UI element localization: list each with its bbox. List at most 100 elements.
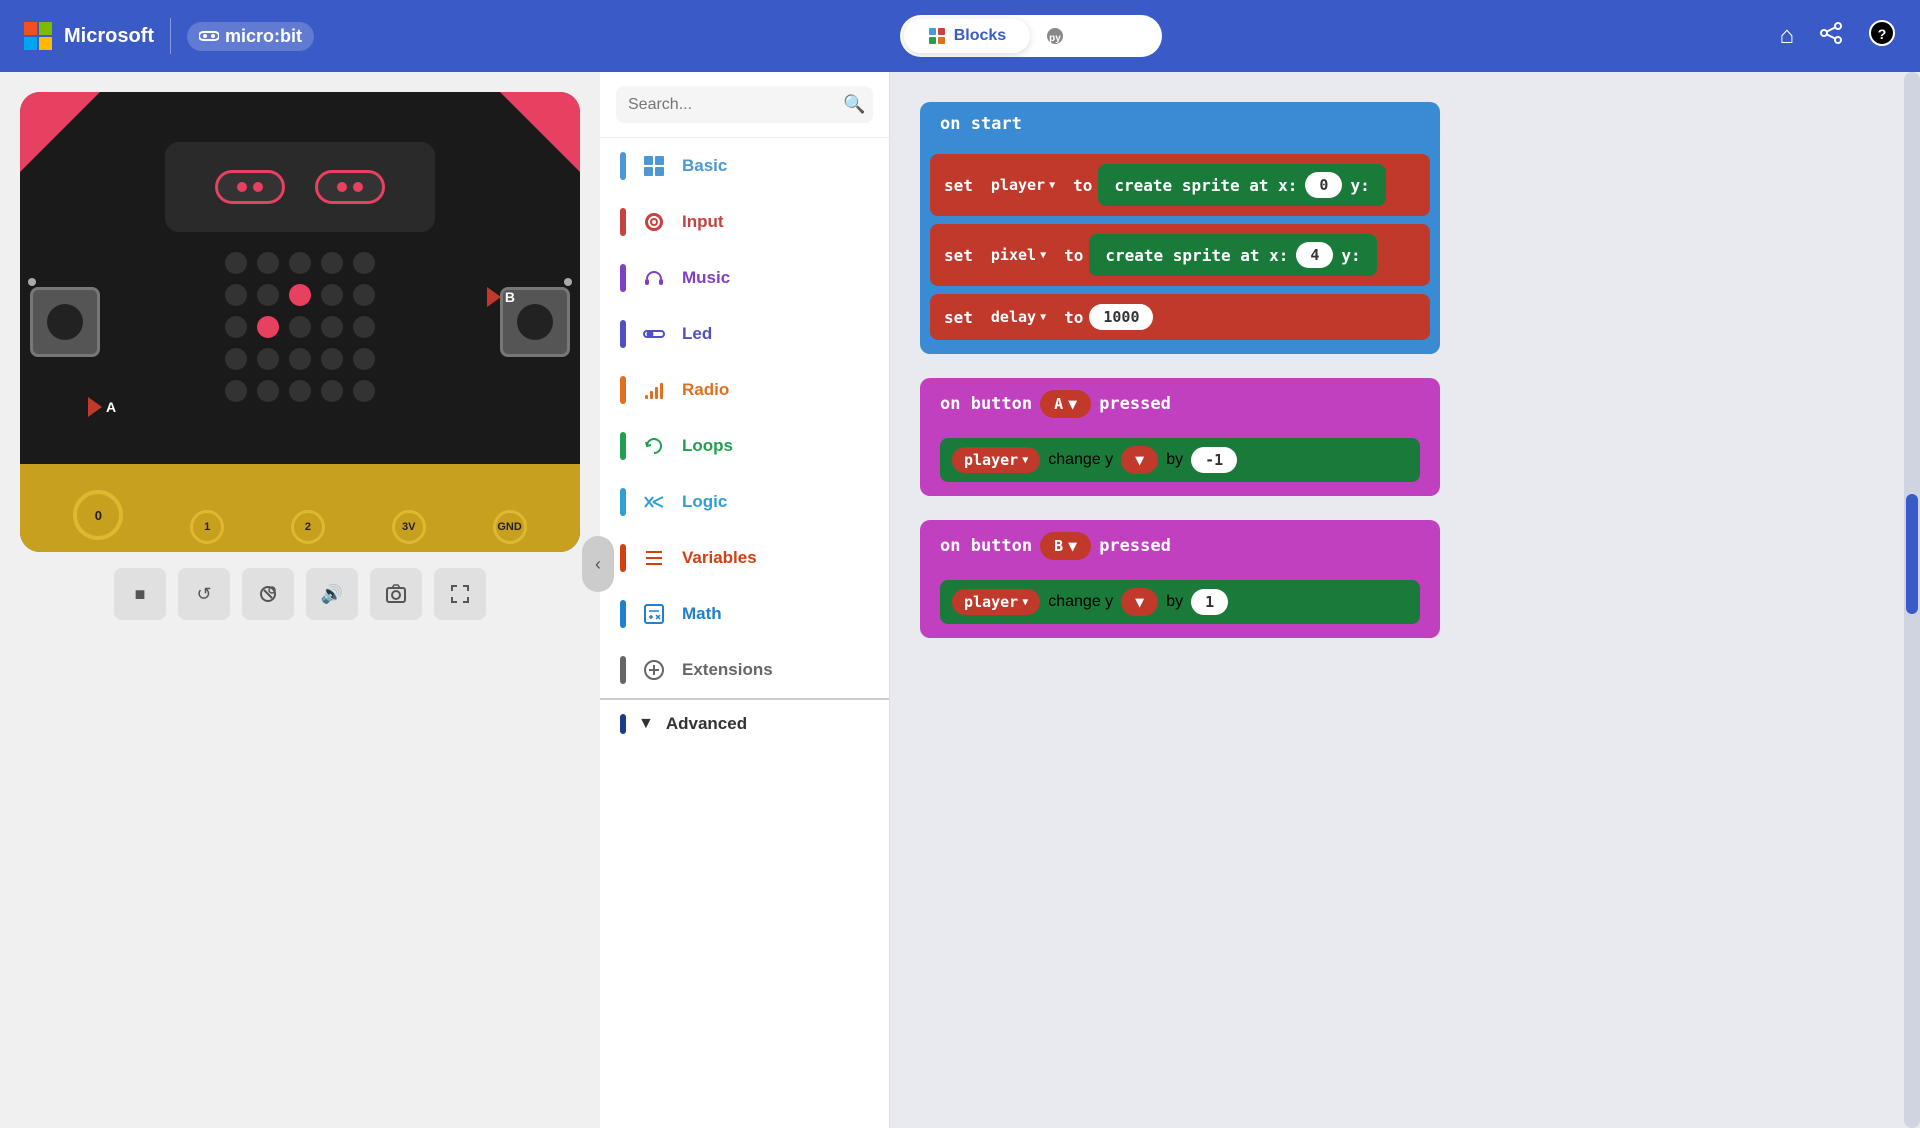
button-a-dot [28, 278, 36, 286]
help-icon: ? [1868, 19, 1896, 47]
button-a-arrow: ▼ [1068, 395, 1077, 413]
search-box: 🔍 [600, 72, 889, 138]
sidebar-item-math[interactable]: Math [600, 586, 889, 642]
math-calc-icon [643, 603, 665, 625]
led-4-4 [353, 380, 375, 402]
sidebar-item-input[interactable]: Input [600, 194, 889, 250]
sidebar-item-logic[interactable]: Logic [600, 474, 889, 530]
led-display [165, 142, 435, 232]
stop-button[interactable]: ■ [114, 568, 166, 620]
help-button[interactable]: ? [1868, 19, 1896, 54]
sidebar-item-loops[interactable]: Loops [600, 418, 889, 474]
pixel-var-pill[interactable]: pixel ▼ [979, 242, 1058, 268]
share-button[interactable] [1818, 20, 1844, 53]
button-a-sim[interactable] [30, 287, 100, 357]
sidebar-item-extensions[interactable]: Extensions [600, 642, 889, 698]
extensions-color-bar [620, 656, 626, 684]
create-sprite-label-1: create sprite at x: [1114, 176, 1297, 195]
player-x-val[interactable]: 0 [1305, 172, 1342, 198]
button-a-select[interactable]: A ▼ [1040, 390, 1091, 418]
basic-grid-icon [643, 155, 665, 177]
pixel-x-val[interactable]: 4 [1296, 242, 1333, 268]
player-dropdown-arrow: ▼ [1049, 180, 1055, 191]
delay-val[interactable]: 1000 [1089, 304, 1153, 330]
to-kw-2: to [1064, 246, 1083, 265]
music-icon [640, 264, 668, 292]
player-a-arrow: ▼ [1022, 455, 1028, 466]
debug-icon [257, 583, 279, 605]
pin-2[interactable]: 2 [291, 510, 325, 544]
sidebar-item-advanced[interactable]: ▼ Advanced [600, 698, 889, 748]
debug-button[interactable] [242, 568, 294, 620]
led-3-2 [289, 348, 311, 370]
by-label-b: by [1166, 593, 1183, 611]
music-label: Music [682, 268, 730, 288]
y-label-1: y: [1350, 176, 1369, 195]
led-label: Led [682, 324, 712, 344]
button-b-select[interactable]: B ▼ [1040, 532, 1091, 560]
eye-dot3 [337, 182, 347, 192]
python-icon: py [1046, 27, 1064, 45]
screenshot-button[interactable] [370, 568, 422, 620]
microbit-pill: micro:bit [187, 22, 314, 51]
to-kw-1: to [1073, 176, 1092, 195]
eye-dot4 [353, 182, 363, 192]
led-0-0 [225, 252, 247, 274]
player-var-pill-b[interactable]: player ▼ [952, 589, 1040, 615]
change-y-direction-a[interactable]: ▼ [1121, 446, 1158, 474]
on-button-a-pressed: pressed [1099, 394, 1171, 414]
restart-button[interactable]: ↺ [178, 568, 230, 620]
python-dropdown-arrow[interactable]: ▼ [1126, 27, 1142, 45]
change-val-b[interactable]: 1 [1191, 589, 1228, 615]
led-icon [640, 320, 668, 348]
python-switcher[interactable]: py Python ▼ [1030, 19, 1158, 53]
search-input[interactable] [628, 96, 835, 114]
led-2-1 [257, 316, 279, 338]
delay-var-pill[interactable]: delay ▼ [979, 304, 1058, 330]
on-start-label: on start [940, 114, 1022, 134]
led-0-4 [353, 252, 375, 274]
sidebar-item-led[interactable]: Led [600, 306, 889, 362]
flag-b-triangle [487, 287, 501, 307]
change-y-direction-b[interactable]: ▼ [1121, 588, 1158, 616]
svg-text:py: py [1049, 33, 1061, 44]
change-y-label-b: change y [1048, 593, 1113, 611]
topnav: Microsoft micro:bit Blocks [0, 0, 1920, 72]
sidebar-item-music[interactable]: Music [600, 250, 889, 306]
sound-button[interactable]: 🔊 [306, 568, 358, 620]
on-button-b-header: on button B ▼ pressed [920, 520, 1440, 572]
screenshot-icon [385, 583, 407, 605]
player-var-pill-a[interactable]: player ▼ [952, 447, 1040, 473]
flag-a-label: A [106, 399, 116, 415]
fullscreen-button[interactable] [434, 568, 486, 620]
pin-1[interactable]: 1 [190, 510, 224, 544]
player-var-pill[interactable]: player ▼ [979, 172, 1067, 198]
led-1-3 [321, 284, 343, 306]
led-2-2 [289, 316, 311, 338]
blocks-button[interactable]: Blocks [904, 19, 1030, 53]
pin-0[interactable]: 0 [73, 490, 123, 540]
on-start-body: set player ▼ to create sprite at x: 0 y: [920, 146, 1440, 354]
nav-divider [170, 18, 171, 54]
sidebar-item-radio[interactable]: Radio [600, 362, 889, 418]
home-button[interactable]: ⌂ [1780, 22, 1795, 50]
logic-color-bar [620, 488, 626, 516]
right-scrollbar[interactable] [1904, 72, 1920, 1128]
sidebar-item-basic[interactable]: Basic [600, 138, 889, 194]
pin-3v[interactable]: 3V [392, 510, 426, 544]
scrollbar-thumb[interactable] [1906, 494, 1918, 614]
blocks-area: on start set player ▼ to create sprite a… [920, 102, 1440, 638]
blocks-label: Blocks [954, 27, 1006, 45]
loops-color-bar [620, 432, 626, 460]
ms-grid-icon [24, 22, 52, 50]
set-kw-1: set [944, 176, 973, 195]
basic-label: Basic [682, 156, 727, 176]
pin-gnd[interactable]: GND [493, 510, 527, 544]
collapse-panel-button[interactable]: ‹ [582, 536, 614, 592]
sidebar-item-variables[interactable]: Variables [600, 530, 889, 586]
extensions-icon [640, 656, 668, 684]
change-val-a[interactable]: -1 [1191, 447, 1237, 473]
led-2-3 [321, 316, 343, 338]
led-4-1 [257, 380, 279, 402]
led-4-3 [321, 380, 343, 402]
